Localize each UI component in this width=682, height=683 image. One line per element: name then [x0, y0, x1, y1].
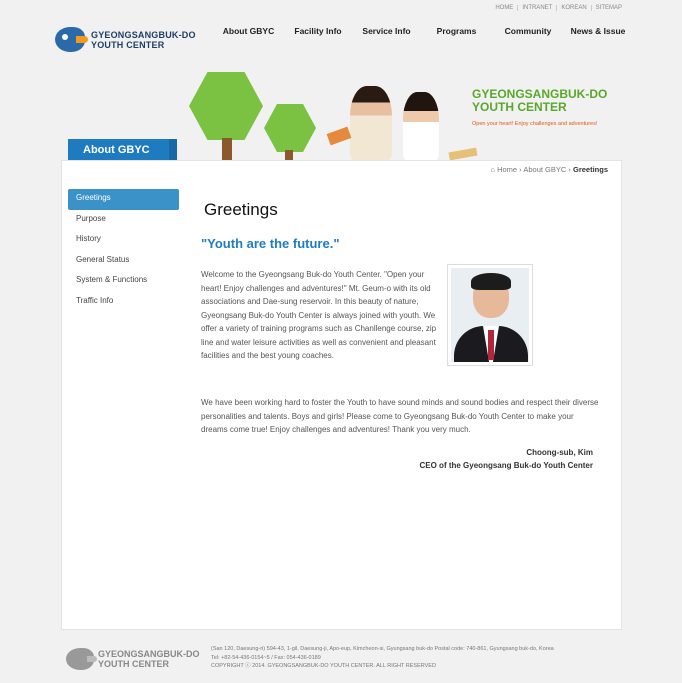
gnb-news[interactable]: News & Issue	[555, 26, 641, 36]
sidebar-item-greetings[interactable]: Greetings	[68, 189, 179, 210]
ceo-photo	[447, 264, 533, 366]
signature-name: Choong-sub, Kim	[526, 448, 593, 457]
sidebar-item-purpose[interactable]: Purpose	[68, 210, 179, 231]
site-logo[interactable]: GYEONGSANGBUK-DO YOUTH CENTER	[55, 27, 196, 52]
util-intranet-link[interactable]: INTRANET	[517, 5, 556, 11]
bird-logo-icon	[55, 27, 88, 52]
footer-logo-line-2: YOUTH CENTER	[98, 659, 170, 669]
home-icon: ⌂	[490, 165, 495, 174]
breadcrumb-current: Greetings	[572, 165, 608, 174]
footer-copyright: COPYRIGHT ⓒ 2014. GYEONGSANGBUK-DO YOUTH…	[211, 663, 436, 669]
footer-tel: Tel: +82-54-436-0154~5 / Fax: 054-436-01…	[211, 654, 321, 661]
utility-nav: HOME INTRANET KOREAN SITEMAP	[491, 5, 626, 11]
student-boy-image	[350, 86, 392, 160]
sidebar-item-system-functions[interactable]: System & Functions	[68, 271, 179, 292]
greeting-paragraph-1: Welcome to the Gyeongsang Buk-do Youth C…	[201, 270, 437, 360]
signature-title: CEO of the Gyeongsang Buk-do Youth Cente…	[419, 461, 594, 470]
global-nav: About GBYC Facility Info Service Info Pr…	[222, 26, 641, 36]
sidebar-title: About GBYC	[68, 139, 177, 160]
footer-logo: GYEONGSANGBUK-DO YOUTH CENTER	[66, 648, 200, 670]
breadcrumb-section[interactable]: About GBYC	[523, 165, 566, 174]
sidebar-item-traffic-info[interactable]: Traffic Info	[68, 292, 179, 313]
student-girl-image	[403, 92, 439, 160]
sidebar-nav: Greetings Purpose History General Status…	[68, 189, 179, 312]
util-home-link[interactable]: HOME	[491, 5, 517, 11]
gnb-programs[interactable]: Programs	[412, 26, 501, 36]
sidebar-item-history[interactable]: History	[68, 230, 179, 251]
footer-logo-line-1: GYEONGSANGBUK-DO	[98, 649, 200, 659]
gnb-community[interactable]: Community	[501, 26, 555, 36]
greeting-paragraph-2: We have been working hard to foster the …	[201, 398, 599, 434]
util-korean-link[interactable]: KOREAN	[556, 5, 590, 11]
headline-quote: "Youth are the future."	[201, 236, 340, 251]
signature: Choong-sub, Kim CEO of the Gyeongsang Bu…	[420, 446, 594, 472]
page-title: Greetings	[204, 200, 278, 219]
book-image	[326, 126, 352, 146]
breadcrumb-home[interactable]: Home	[497, 165, 517, 174]
logo-line-2: YOUTH CENTER	[91, 39, 165, 50]
footer-address: (San 120, Daesung-ri) 594-43, 1-gil, Dae…	[211, 646, 554, 652]
logo-line-1: GYEONGSANGBUK-DO	[91, 29, 196, 40]
gnb-service[interactable]: Service Info	[361, 26, 412, 36]
tree-illustration	[189, 72, 263, 160]
util-sitemap-link[interactable]: SITEMAP	[590, 5, 626, 11]
breadcrumb: ⌂ Home › About GBYC › Greetings	[490, 165, 608, 174]
bird-logo-icon	[66, 648, 97, 670]
gnb-about[interactable]: About GBYC	[222, 26, 275, 36]
sidebar-item-general-status[interactable]: General Status	[68, 251, 179, 272]
tree-illustration-small	[264, 104, 316, 160]
visual-title-line-2: YOUTH CENTER	[472, 100, 567, 114]
visual-subtitle: Open your heart! Enjoy challenges and ad…	[472, 121, 598, 127]
book-image	[448, 147, 478, 161]
footer-info: (San 120, Daesung-ri) 594-43, 1-gil, Dae…	[211, 645, 554, 671]
hero-visual: GYEONGSANGBUK-DO YOUTH CENTER Open your …	[185, 66, 625, 161]
gnb-facility[interactable]: Facility Info	[275, 26, 361, 36]
